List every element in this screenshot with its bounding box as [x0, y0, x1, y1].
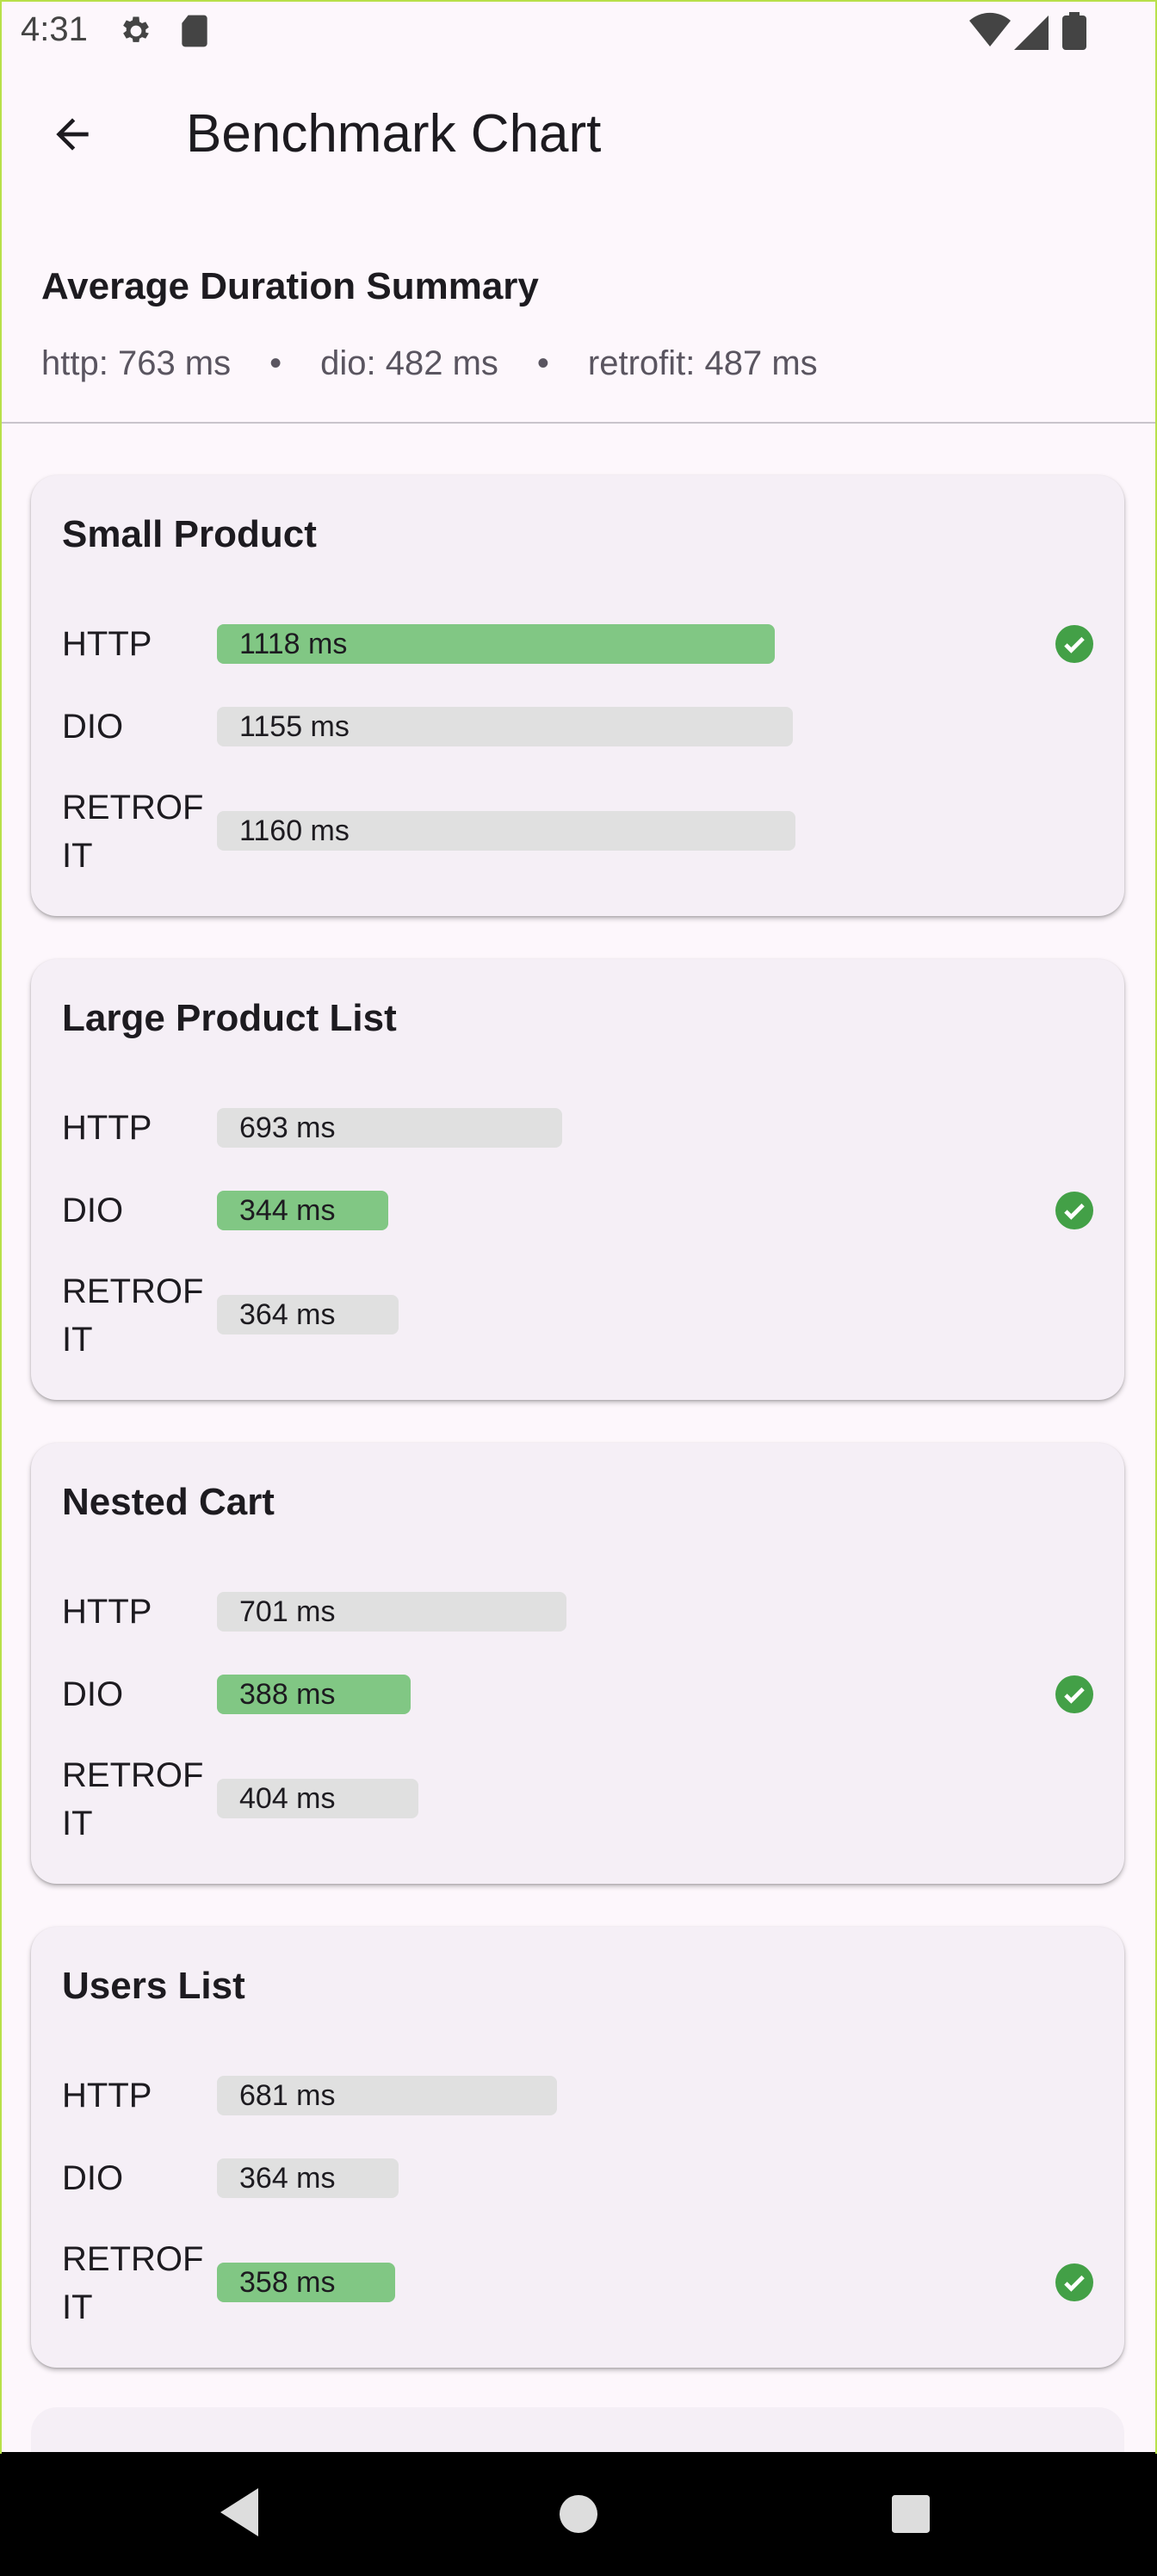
duration-bar: 404 ms [217, 1779, 418, 1818]
check-circle-icon [1055, 1675, 1093, 1713]
signal-icon [1014, 12, 1049, 54]
nav-back-icon[interactable] [220, 2488, 262, 2536]
duration-bar: 1160 ms [217, 811, 795, 851]
duration-value: 344 ms [239, 1194, 336, 1227]
client-label: HTTP [62, 2077, 152, 2115]
client-label: HTTP [62, 625, 152, 663]
card-title: Large Product List [62, 997, 397, 1039]
benchmark-card: Small Product HTTP 1118 ms DIO 1155 ms RETROF… [31, 475, 1124, 916]
duration-value: 701 ms [239, 1595, 336, 1628]
summary-divider [0, 422, 1157, 424]
benchmark-card: Nested Cart HTTP 701 ms DIO 388 ms RETROFIT 40… [31, 1443, 1124, 1884]
back-button[interactable] [38, 100, 107, 169]
card-title: Small Product [62, 513, 317, 555]
duration-value: 681 ms [239, 2079, 336, 2112]
summary-separator: • [269, 344, 282, 382]
status-bar: 4:31 [0, 0, 1157, 62]
summary-retrofit: retrofit: 487 ms [587, 344, 818, 382]
duration-bar: 364 ms [217, 1295, 399, 1334]
duration-bar: 344 ms [217, 1191, 388, 1230]
duration-bar: 1155 ms [217, 707, 793, 746]
client-label: RETROFIT [62, 1273, 204, 1359]
duration-value: 1155 ms [239, 710, 350, 743]
settings-icon [117, 12, 155, 54]
summary-separator: • [536, 344, 549, 382]
check-circle-icon [1055, 1192, 1093, 1229]
duration-value: 1160 ms [239, 814, 350, 847]
benchmark-card: Large Product List HTTP 693 ms DIO 344 ms RET… [31, 959, 1124, 1400]
card-title: Nested Cart [62, 1481, 275, 1523]
card-title: Users List [62, 1965, 245, 2007]
nav-home-icon[interactable] [560, 2495, 597, 2533]
duration-value: 404 ms [239, 1782, 336, 1815]
average-summary: Average Duration Summary http: 763 ms • di… [0, 207, 1157, 424]
client-label: RETROFIT [62, 2240, 204, 2326]
duration-value: 1118 ms [239, 628, 348, 660]
check-circle-icon [1055, 2263, 1093, 2301]
sd-card-icon [177, 12, 212, 54]
client-label: HTTP [62, 1109, 152, 1147]
status-time: 4:31 [21, 10, 88, 48]
nav-recents-icon[interactable] [892, 2495, 930, 2533]
client-label: DIO [62, 1192, 124, 1229]
duration-value: 388 ms [239, 1678, 336, 1711]
duration-value: 364 ms [239, 2162, 336, 2195]
client-label: RETROFIT [62, 1756, 204, 1842]
check-circle-icon [1055, 625, 1093, 663]
app-bar: Benchmark Chart [0, 62, 1157, 207]
duration-value: 693 ms [239, 1112, 336, 1144]
client-label: HTTP [62, 1593, 152, 1631]
duration-bar: 364 ms [217, 2158, 399, 2198]
summary-title: Average Duration Summary [41, 265, 539, 307]
wifi-icon [969, 12, 1011, 54]
client-label: DIO [62, 708, 124, 746]
duration-bar: 358 ms [217, 2263, 395, 2302]
duration-bar: 693 ms [217, 1108, 562, 1148]
arrow-back-icon [56, 118, 89, 151]
battery-icon [1062, 12, 1086, 54]
summary-http: http: 763 ms [41, 344, 232, 382]
system-nav-bar [0, 2452, 1157, 2576]
summary-values: http: 763 ms • dio: 482 ms • retrofit: 487 m… [41, 344, 818, 383]
client-label: RETROFIT [62, 789, 204, 875]
duration-bar: 701 ms [217, 1592, 566, 1632]
duration-bar: 388 ms [217, 1675, 411, 1714]
duration-bar: 1118 ms [217, 624, 775, 664]
duration-value: 364 ms [239, 1298, 336, 1331]
client-label: DIO [62, 1675, 124, 1713]
client-label: DIO [62, 2159, 124, 2197]
duration-bar: 681 ms [217, 2076, 557, 2115]
benchmark-card: Users List HTTP 681 ms DIO 364 ms RETROFIT 358… [31, 1927, 1124, 2368]
duration-value: 358 ms [239, 2266, 336, 2299]
page-title: Benchmark Chart [186, 104, 602, 164]
summary-dio: dio: 482 ms [320, 344, 498, 382]
